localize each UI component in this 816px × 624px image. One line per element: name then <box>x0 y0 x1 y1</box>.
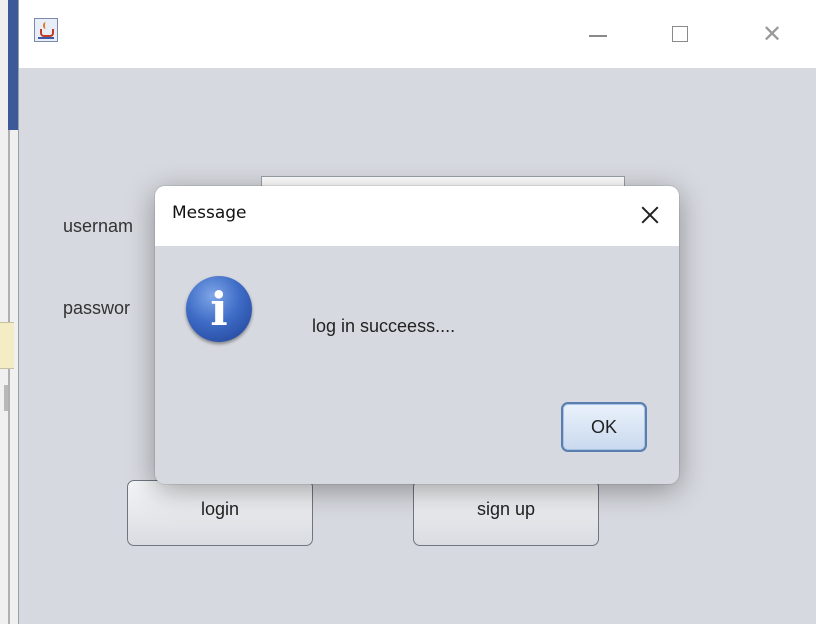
background-window-highlight <box>0 322 14 369</box>
message-dialog: Message i log in succeess.... OK <box>155 186 679 484</box>
window-close-button[interactable]: ✕ <box>752 14 792 54</box>
signup-button[interactable]: sign up <box>413 480 599 546</box>
background-window-marker <box>4 385 8 411</box>
ok-button[interactable]: OK <box>561 402 647 452</box>
maximize-icon <box>672 26 688 42</box>
login-button-label: login <box>200 498 240 519</box>
ok-button-label: OK <box>590 416 617 437</box>
signup-button-label: sign up <box>476 498 536 519</box>
password-label: passwor <box>63 298 131 318</box>
maximize-button[interactable] <box>661 14 701 54</box>
minimize-button[interactable] <box>578 14 618 54</box>
dialog-message: log in succeess.... <box>312 316 456 336</box>
background-window-divider <box>8 130 10 624</box>
window-titlebar: ✕ <box>19 0 816 68</box>
dialog-close-button[interactable] <box>633 198 667 232</box>
java-cup-icon <box>34 18 58 42</box>
dialog-title: Message <box>172 203 247 223</box>
close-icon: ✕ <box>761 20 783 48</box>
login-button[interactable]: login <box>127 480 313 546</box>
username-label: usernam <box>63 216 134 236</box>
minimize-icon <box>589 35 607 37</box>
info-icon: i <box>186 276 252 342</box>
dialog-titlebar: Message <box>155 186 679 246</box>
